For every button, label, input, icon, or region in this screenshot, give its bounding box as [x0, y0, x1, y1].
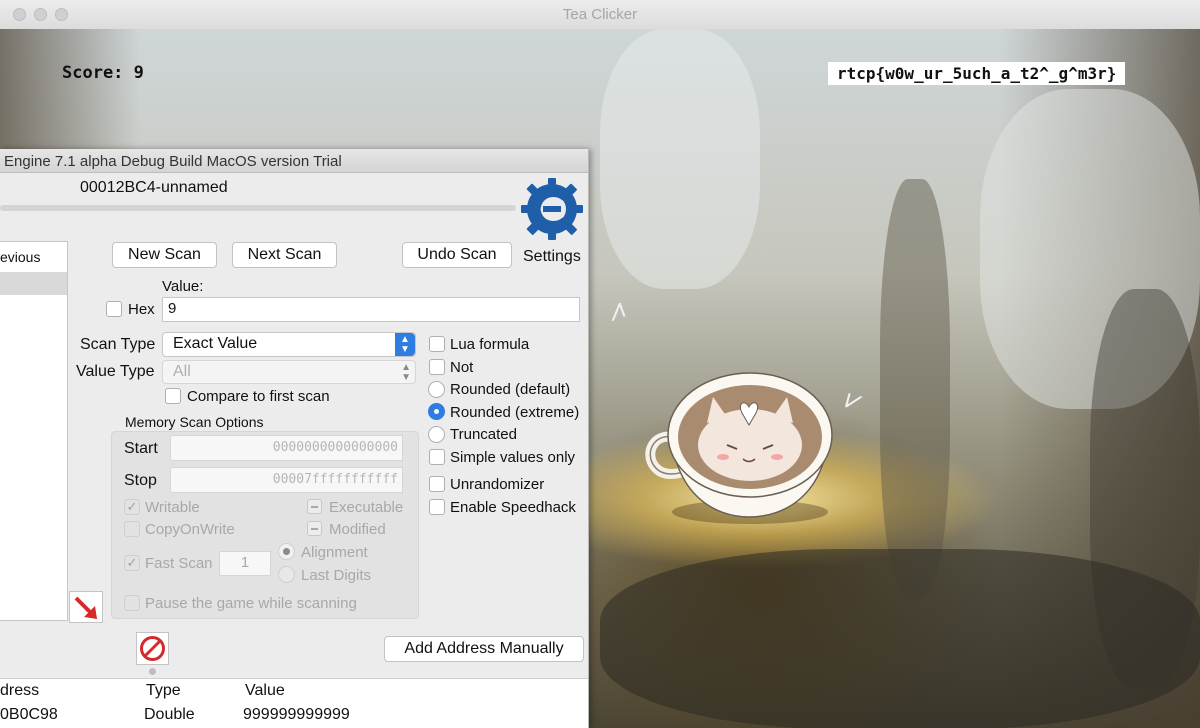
settings-link[interactable]: Settings — [523, 248, 581, 266]
value-type-label: Value Type — [76, 363, 155, 380]
compare-first-checkbox[interactable] — [165, 388, 181, 404]
select-arrows-icon: ▲ ▼ — [395, 333, 415, 356]
bird-icon: ⩗ — [842, 382, 866, 417]
process-label: 00012BC4-unnamed — [80, 179, 228, 196]
column-address[interactable]: dress — [0, 682, 39, 700]
tea-cup-icon[interactable] — [645, 367, 835, 527]
row-address: 0B0C98 — [0, 706, 58, 723]
address-table-header: dress Type Value — [0, 678, 588, 705]
unrandomizer-checkbox[interactable] — [429, 476, 445, 492]
value-type-value: All — [173, 363, 191, 380]
lua-formula-checkbox[interactable] — [429, 336, 445, 352]
score-label: Score: 9 — [62, 63, 144, 83]
red-arrow-icon — [74, 596, 97, 619]
fast-scan-input[interactable]: 1 — [219, 551, 271, 576]
speedhack-checkbox[interactable] — [429, 499, 445, 515]
start-label: Start — [124, 440, 158, 457]
unrandomizer-label: Unrandomizer — [450, 476, 545, 493]
hex-checkbox[interactable] — [106, 301, 122, 317]
value-input[interactable]: 9 — [162, 297, 580, 322]
bird-icon: ⩘ — [602, 292, 629, 327]
last-digits-radio[interactable] — [278, 566, 295, 583]
window-titlebar: Tea Clicker — [0, 0, 1200, 30]
cheat-engine-window: Engine 7.1 alpha Debug Build MacOS versi… — [0, 149, 589, 728]
copy-on-write-label: CopyOnWrite — [145, 521, 235, 538]
next-scan-button[interactable]: Next Scan — [232, 242, 337, 268]
truncated-radio[interactable] — [428, 426, 445, 443]
stop-label: Stop — [124, 472, 157, 489]
row-value: 999999999999 — [243, 706, 350, 723]
table-row[interactable]: 0B0C98 Double 999999999999 — [0, 704, 588, 728]
column-type[interactable]: Type — [146, 682, 181, 700]
value-type-select[interactable]: All ▲ ▼ — [162, 360, 416, 384]
fast-scan-label: Fast Scan — [145, 555, 213, 572]
rounded-default-label: Rounded (default) — [450, 381, 571, 398]
window-title: Tea Clicker — [562, 6, 638, 23]
rounded-default-radio[interactable] — [428, 381, 445, 398]
modified-label: Modified — [329, 521, 386, 538]
simple-values-checkbox[interactable] — [429, 449, 445, 465]
undo-scan-button[interactable]: Undo Scan — [402, 242, 512, 268]
hex-label: Hex — [128, 301, 155, 318]
stop-scan-button[interactable] — [136, 632, 169, 665]
found-addresses-list[interactable]: evious — [0, 241, 68, 621]
row-type: Double — [144, 706, 195, 723]
truncated-label: Truncated — [450, 426, 517, 443]
scan-type-label: Scan Type — [80, 336, 156, 353]
found-list-header: evious — [0, 242, 67, 273]
simple-values-label: Simple values only — [450, 449, 576, 466]
alignment-radio[interactable] — [278, 543, 295, 560]
lua-formula-label: Lua formula — [450, 336, 530, 353]
scan-type-select[interactable]: Exact Value ▲ ▼ — [162, 332, 416, 357]
splitter-handle[interactable] — [149, 668, 156, 675]
memory-scan-title: Memory Scan Options — [125, 414, 264, 430]
screen: Tea Clicker Score: 9 rtcp{w0w_ur_5uch_a_… — [0, 0, 1200, 728]
copy-on-write-checkbox[interactable] — [124, 521, 140, 537]
found-list-selected-row[interactable] — [0, 273, 67, 295]
not-label: Not — [450, 359, 474, 376]
no-entry-icon — [140, 636, 165, 661]
flag-text: rtcp{w0w_ur_5uch_a_t2^_g^m3r} — [828, 62, 1126, 85]
background-stroke — [600, 549, 1200, 728]
writable-label: Writable — [145, 499, 200, 516]
fast-scan-checkbox[interactable]: ✓ — [124, 555, 140, 571]
background-stroke — [600, 29, 760, 289]
add-to-list-button[interactable] — [69, 591, 103, 623]
start-address-input[interactable]: 0000000000000000 — [170, 435, 403, 461]
speedhack-label: Enable Speedhack — [450, 499, 576, 516]
scan-type-value: Exact Value — [173, 335, 258, 352]
background-stroke — [880, 179, 950, 599]
select-arrows-icon: ▲ ▼ — [401, 362, 411, 383]
cheat-engine-logo-icon[interactable] — [519, 176, 585, 242]
scan-progress-bar — [0, 205, 516, 211]
add-address-manually-button[interactable]: Add Address Manually — [384, 636, 584, 662]
stop-address-input[interactable]: 00007fffffffffff — [170, 467, 403, 493]
last-digits-label: Last Digits — [301, 567, 372, 584]
executable-checkbox[interactable] — [307, 499, 322, 514]
modified-checkbox[interactable] — [307, 521, 322, 536]
cheat-engine-title: Engine 7.1 alpha Debug Build MacOS versi… — [0, 149, 588, 173]
new-scan-button[interactable]: New Scan — [112, 242, 217, 268]
not-checkbox[interactable] — [429, 359, 445, 375]
rounded-extreme-radio[interactable] — [428, 403, 445, 420]
value-label: Value: — [162, 278, 204, 295]
pause-game-checkbox[interactable] — [124, 595, 140, 611]
alignment-label: Alignment — [301, 544, 368, 561]
executable-label: Executable — [329, 499, 404, 516]
pause-game-label: Pause the game while scanning — [145, 595, 357, 612]
rounded-extreme-label: Rounded (extreme) — [450, 404, 580, 421]
column-value[interactable]: Value — [245, 682, 285, 700]
writable-checkbox[interactable]: ✓ — [124, 499, 140, 515]
compare-first-label: Compare to first scan — [187, 388, 330, 405]
